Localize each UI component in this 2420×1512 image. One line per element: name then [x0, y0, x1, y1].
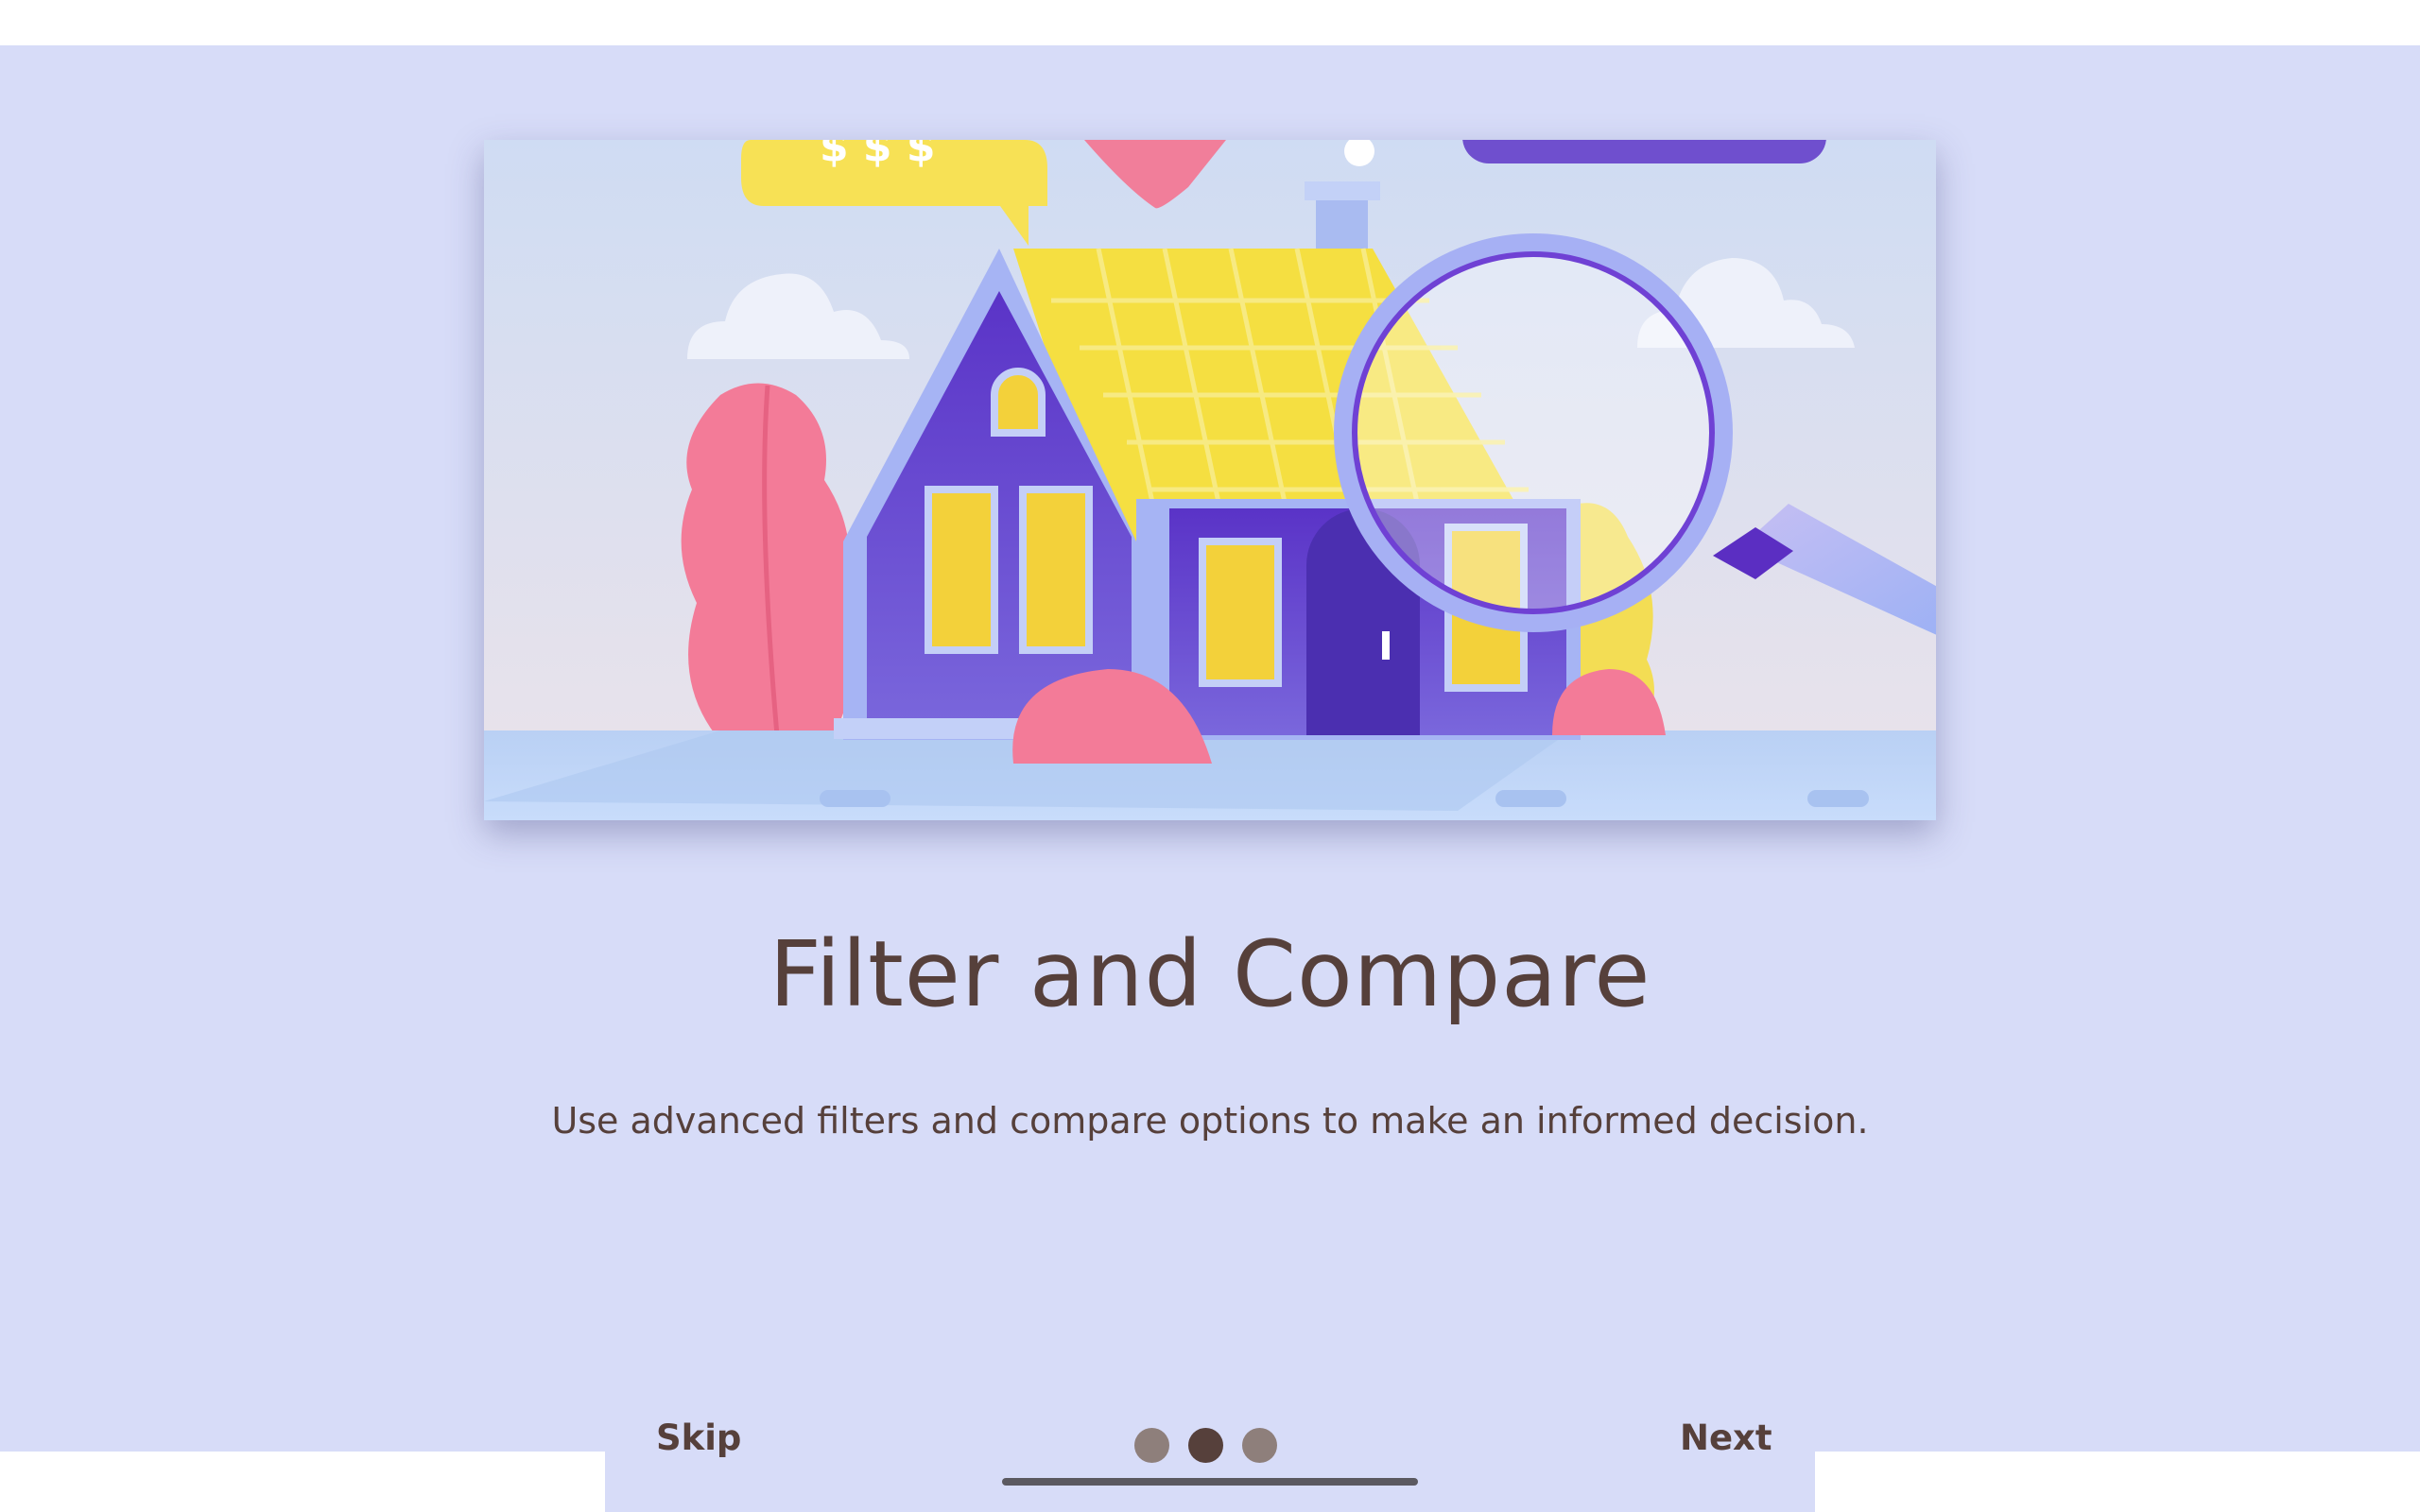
price-badge-text: $ $ $ [820, 140, 935, 171]
nav-bar-edge-left [0, 1452, 605, 1512]
home-indicator[interactable] [1002, 1478, 1418, 1486]
page-dot-2[interactable] [1188, 1428, 1223, 1463]
page-dot-3[interactable] [1242, 1428, 1277, 1463]
skip-button[interactable]: Skip [656, 1418, 741, 1458]
status-bar [0, 0, 2420, 45]
page-dot-1[interactable] [1134, 1428, 1169, 1463]
rating-badge [1462, 140, 1826, 163]
next-button[interactable]: Next [1680, 1418, 1772, 1458]
page-description: Use advanced filters and compare options… [551, 1100, 1869, 1142]
page-title: Filter and Compare [769, 921, 1651, 1027]
page-indicator [1134, 1428, 1286, 1464]
hero-illustration: $ $ $ [484, 140, 1936, 820]
nav-bar-edge-right [1815, 1452, 2420, 1512]
